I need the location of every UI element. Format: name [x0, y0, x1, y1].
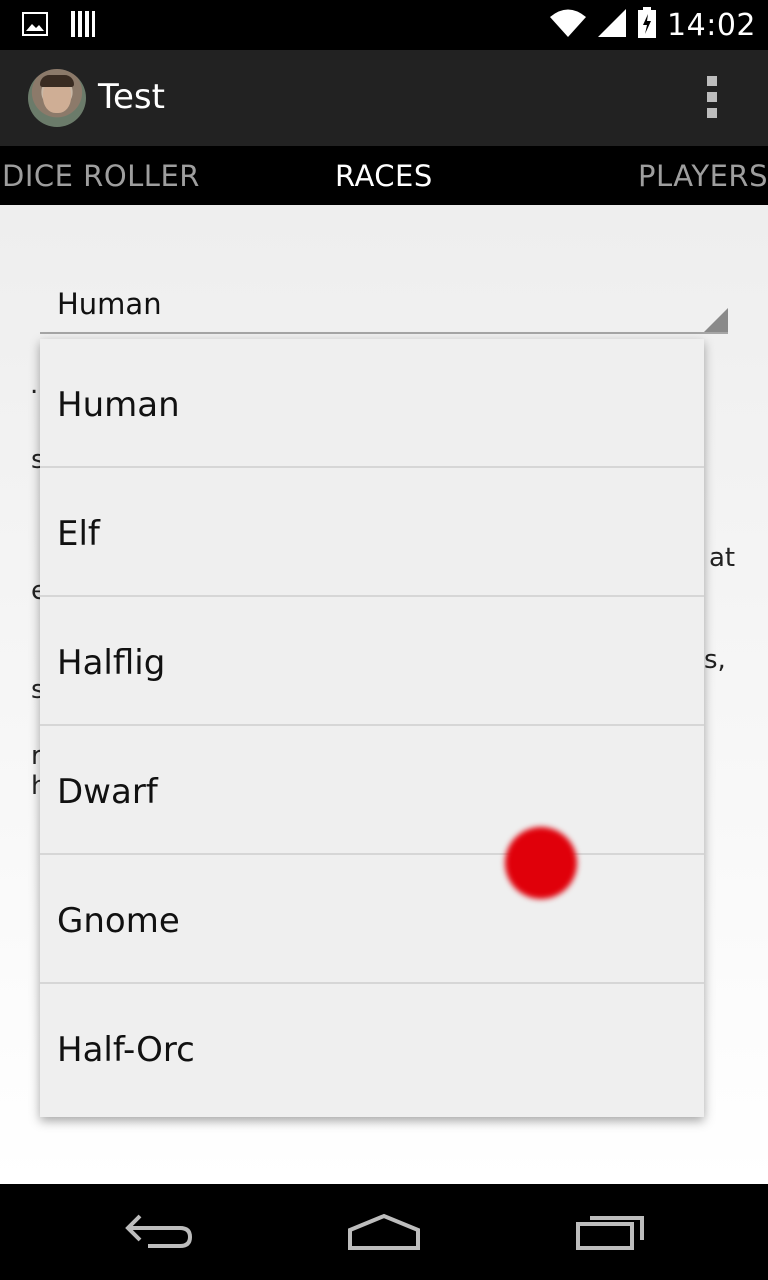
image-notification-icon	[22, 12, 48, 40]
navigation-bar	[0, 1184, 768, 1280]
home-icon[interactable]	[344, 1210, 424, 1254]
dropdown-option-halflig[interactable]: Halflig	[40, 597, 704, 726]
storage-notification-icon	[70, 10, 96, 42]
overflow-menu-icon[interactable]	[700, 76, 724, 124]
recents-icon[interactable]	[572, 1210, 652, 1254]
race-spinner[interactable]: Human	[40, 275, 728, 334]
option-label: Dwarf	[57, 772, 158, 812]
action-bar: Test	[0, 50, 768, 146]
tab-dice-roller[interactable]: DICE ROLLER	[2, 159, 200, 193]
option-label: Gnome	[57, 901, 180, 941]
option-label: Half-Orc	[57, 1030, 195, 1070]
background-text-fragment: .	[30, 370, 39, 400]
dropdown-option-human[interactable]: Human	[40, 339, 704, 468]
background-text-fragment: at	[709, 543, 736, 573]
dropdown-option-dwarf[interactable]: Dwarf	[40, 726, 704, 855]
races-content: Human . s at e s, s r h Human Elf Halfli…	[0, 205, 768, 1184]
background-text-fragment: s,	[704, 645, 726, 675]
back-icon[interactable]	[122, 1210, 202, 1254]
option-label: Human	[57, 385, 180, 425]
spinner-arrow-icon	[704, 308, 728, 332]
dropdown-option-half-orc[interactable]: Half-Orc	[40, 984, 704, 1113]
status-bar: 14:02	[0, 0, 768, 50]
app-title: Test	[98, 77, 165, 117]
wifi-icon	[549, 8, 587, 42]
dropdown-option-gnome[interactable]: Gnome	[40, 855, 704, 984]
battery-charging-icon	[637, 7, 657, 43]
race-dropdown-list: Human Elf Halflig Dwarf Gnome Half-Orc	[40, 339, 704, 1117]
status-time: 14:02	[667, 7, 756, 43]
option-label: Elf	[57, 514, 100, 554]
spinner-selected-value: Human	[57, 287, 162, 321]
tab-strip: DICE ROLLER RACES PLAYERS	[0, 146, 768, 205]
tab-players[interactable]: PLAYERS	[638, 159, 768, 193]
option-label: Halflig	[57, 643, 166, 683]
tab-races[interactable]: RACES	[335, 159, 433, 193]
user-avatar[interactable]	[28, 69, 86, 127]
touch-indicator	[505, 827, 577, 899]
avatar-hair	[40, 75, 74, 87]
signal-icon	[597, 8, 627, 42]
dropdown-option-elf[interactable]: Elf	[40, 468, 704, 597]
